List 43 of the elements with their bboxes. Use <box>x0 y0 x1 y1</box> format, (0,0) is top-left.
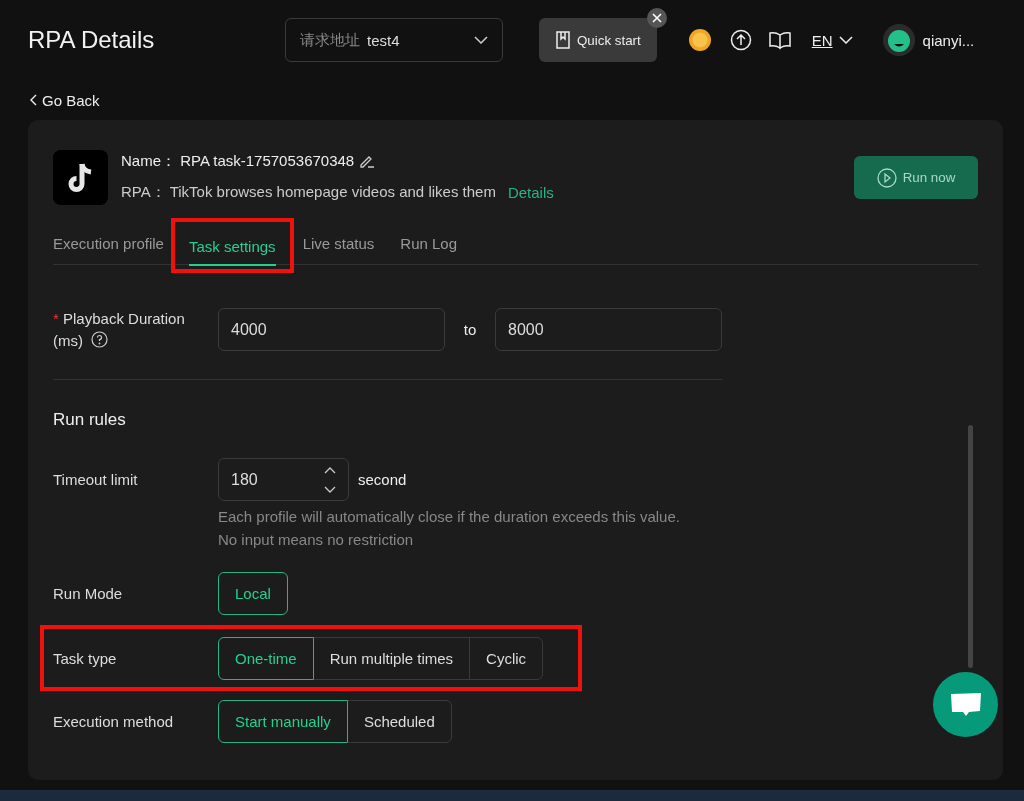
book-icon <box>555 31 571 49</box>
open-book-icon[interactable] <box>768 30 791 50</box>
language-select[interactable]: EN <box>811 31 853 49</box>
tab[interactable]: Execution profile <box>53 225 164 263</box>
play-icon <box>876 167 897 188</box>
unit-label: second <box>358 471 407 488</box>
option-button[interactable]: Cyclic <box>469 637 544 680</box>
input-field[interactable]: 8000 <box>495 308 722 351</box>
range-separator: to <box>462 320 478 340</box>
section-title: Run rules <box>53 410 127 430</box>
go-back-link[interactable]: Go Back <box>30 91 100 109</box>
quick-start-button[interactable]: Quick start <box>539 18 657 62</box>
tab[interactable]: Task settings <box>188 227 276 266</box>
chevron-down-icon <box>474 36 488 44</box>
address-select[interactable]: 请求地址 test4 <box>285 18 503 62</box>
number-input[interactable]: 180 <box>218 458 349 501</box>
chevron-down-icon <box>838 36 853 44</box>
option-button[interactable]: One-time <box>218 637 314 680</box>
scrollbar[interactable] <box>968 425 973 668</box>
field-label: Task type <box>53 648 118 669</box>
field-label: * Playback Duration (ms) <box>53 309 186 351</box>
help-icon[interactable] <box>91 331 109 348</box>
field-label: Execution method <box>53 711 175 732</box>
option-button[interactable]: Scheduled <box>346 700 452 743</box>
field-label: Run Mode <box>53 583 124 604</box>
page-title: RPA Details <box>28 26 156 54</box>
username[interactable]: qianyi... <box>922 31 975 49</box>
upload-icon[interactable] <box>729 29 752 51</box>
tab[interactable]: Run Log <box>400 225 458 263</box>
option-button[interactable]: Start manually <box>218 700 348 743</box>
rpa-description: RPA： TikTok browses homepage videos and likes them <box>121 182 496 202</box>
coin-icon[interactable] <box>686 27 713 53</box>
option-button[interactable]: Local <box>218 572 288 615</box>
details-link[interactable]: Details <box>507 183 554 201</box>
close-icon[interactable] <box>646 8 667 28</box>
option-button[interactable]: Run multiple times <box>312 637 471 680</box>
help-text: Each profile will automatically close if the duration exceeds this value. No input means no restriction <box>218 507 680 550</box>
input-field[interactable]: 4000 <box>218 308 445 351</box>
task-name: Name： RPA task-1757053670348 <box>121 151 355 171</box>
tab[interactable]: Live status <box>302 225 375 263</box>
required-mark: * <box>53 310 59 327</box>
field-label: Timeout limit <box>53 469 139 490</box>
chevron-left-icon <box>30 94 37 106</box>
